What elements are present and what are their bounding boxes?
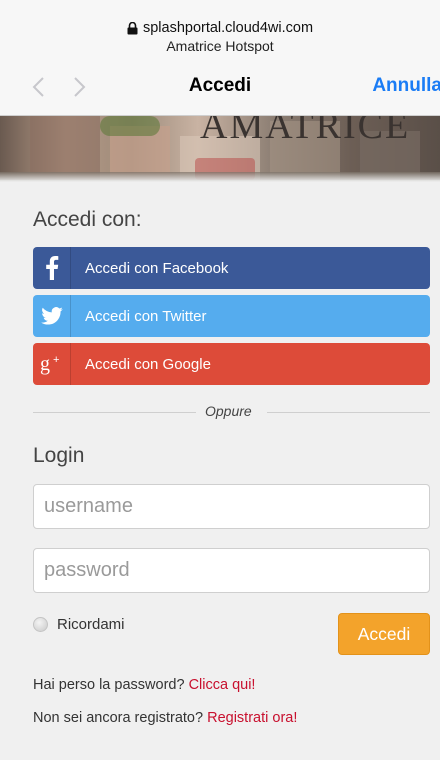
- google-login-button[interactable]: g + Accedi con Google: [33, 343, 430, 385]
- login-panel: Accedi con: Accedi con Facebook Accedi c…: [0, 182, 440, 760]
- remember-label: Ricordami: [57, 616, 125, 633]
- facebook-login-button[interactable]: Accedi con Facebook: [33, 247, 430, 289]
- divider-right: [267, 412, 430, 413]
- divider-left: [33, 412, 196, 413]
- url-text: splashportal.cloud4wi.com: [142, 20, 314, 36]
- lock-icon: [127, 21, 138, 34]
- twitter-login-button[interactable]: Accedi con Twitter: [33, 295, 430, 337]
- login-heading: Login: [33, 444, 85, 467]
- url-bar[interactable]: splashportal.cloud4wi.com: [0, 20, 440, 36]
- forgot-password-text: Hai perso la password?: [33, 677, 185, 693]
- twitter-icon: [33, 295, 71, 337]
- page-subtitle: Amatrice Hotspot: [166, 38, 274, 54]
- divider-or: Oppure: [205, 403, 252, 419]
- banner-image: AMATRICE: [0, 116, 440, 180]
- cancel-button[interactable]: Annulla: [372, 75, 440, 97]
- forgot-password-link[interactable]: Clicca qui!: [189, 677, 256, 693]
- svg-text:+: +: [53, 354, 59, 366]
- twitter-login-label: Accedi con Twitter: [85, 307, 207, 325]
- password-input[interactable]: [33, 548, 430, 593]
- social-login-heading: Accedi con:: [33, 208, 142, 231]
- banner-logo: AMATRICE: [200, 116, 411, 147]
- forgot-password-line: Hai perso la password? Clicca qui!: [33, 677, 255, 693]
- google-login-label: Accedi con Google: [85, 355, 211, 373]
- register-line: Non sei ancora registrato? Registrati or…: [33, 710, 297, 726]
- username-input[interactable]: [33, 484, 430, 529]
- register-link[interactable]: Registrati ora!: [207, 710, 297, 726]
- facebook-icon: [33, 247, 71, 289]
- browser-header: splashportal.cloud4wi.com Amatrice Hotsp…: [0, 0, 440, 116]
- banner-fade: [0, 172, 440, 182]
- svg-text:g: g: [40, 353, 50, 375]
- register-text: Non sei ancora registrato?: [33, 710, 204, 726]
- remember-checkbox[interactable]: [33, 617, 48, 632]
- remember-me[interactable]: Ricordami: [33, 616, 125, 633]
- login-submit-button[interactable]: Accedi: [338, 613, 430, 655]
- facebook-login-label: Accedi con Facebook: [85, 259, 229, 277]
- google-plus-icon: g +: [33, 343, 71, 385]
